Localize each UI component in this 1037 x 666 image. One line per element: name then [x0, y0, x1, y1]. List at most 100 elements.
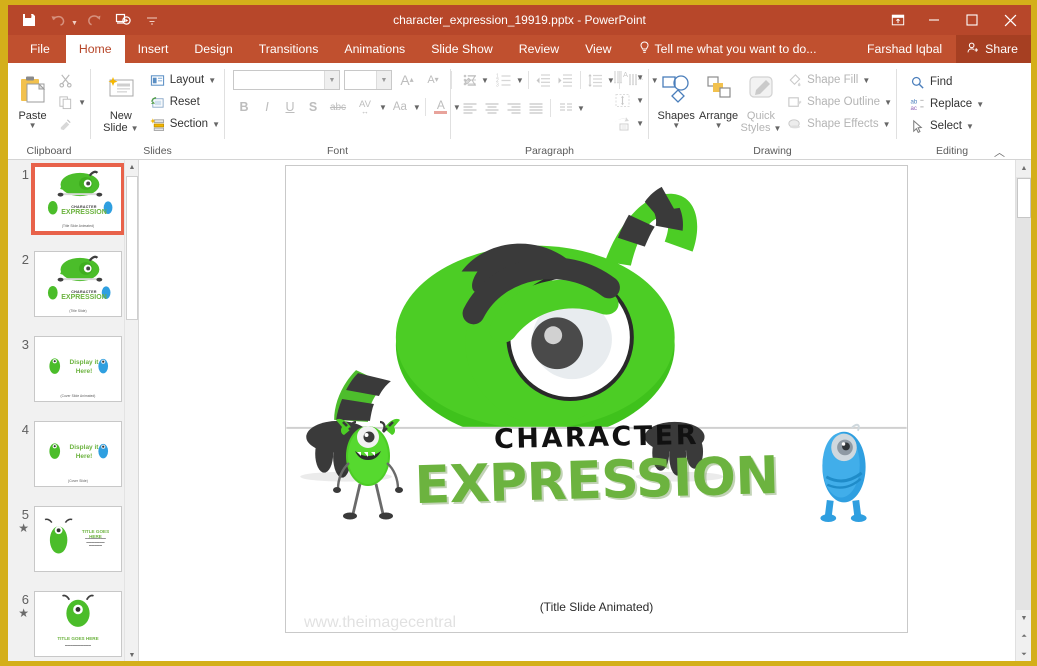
font-color-button[interactable]: A	[430, 96, 452, 118]
copy-dropdown-icon[interactable]: ▼	[78, 99, 86, 106]
paste-dropdown-icon[interactable]: ▼	[29, 122, 37, 129]
shape-outline-dropdown-icon[interactable]: ▼	[884, 99, 892, 106]
font-size-dropdown-icon[interactable]: ▼	[376, 71, 391, 89]
arrange-dropdown-icon[interactable]: ▼	[715, 122, 723, 129]
section-dropdown-icon[interactable]: ▼	[212, 121, 220, 128]
thumbnail-slide-4[interactable]: 4 Display it Here! (Cover Slide)	[8, 415, 139, 500]
tab-insert[interactable]: Insert	[125, 35, 182, 63]
tab-transitions[interactable]: Transitions	[246, 35, 332, 63]
ribbon-display-options-icon[interactable]	[881, 5, 915, 35]
align-left-button[interactable]	[459, 98, 480, 119]
convert-to-smartart-dropdown-icon[interactable]: ▼	[636, 120, 644, 127]
tell-me-search[interactable]: Tell me what you want to do...	[625, 35, 817, 63]
align-text-button[interactable]	[610, 90, 636, 111]
tab-animations[interactable]: Animations	[331, 35, 418, 63]
tab-home[interactable]: Home	[66, 35, 125, 63]
bold-button[interactable]: B	[233, 96, 255, 118]
thumbnail-image[interactable]: TITLE GOES HERE ▬▬▬▬▬▬▬▬▬▬	[34, 591, 122, 657]
layout-dropdown-icon[interactable]: ▼	[208, 77, 216, 84]
bullets-dropdown-icon[interactable]: ▼	[481, 77, 489, 84]
section-button[interactable]: Section ▼	[145, 113, 224, 135]
tab-review[interactable]: Review	[506, 35, 572, 63]
tab-file[interactable]: File	[14, 35, 66, 63]
font-size-input[interactable]: ▼	[344, 70, 392, 90]
user-name[interactable]: Farshad Iqbal	[853, 42, 956, 56]
scroll-track[interactable]	[1016, 177, 1031, 611]
thumbnail-slide-5[interactable]: 5 ★ TITLE GOES HERE ▬▬▬▬▬▬▬▬▬▬▬▬▬▬▬▬▬▬▬▬	[8, 500, 139, 585]
slide-thumbnail-pane[interactable]: 1 CHA	[8, 160, 139, 661]
numbering-dropdown-icon[interactable]: ▼	[516, 77, 524, 84]
text-shadow-button[interactable]: S	[302, 96, 324, 118]
replace-dropdown-icon[interactable]: ▼	[976, 101, 984, 108]
scroll-thumb[interactable]	[1017, 178, 1031, 218]
shapes-dropdown-icon[interactable]: ▼	[672, 122, 680, 129]
scroll-up-button[interactable]: ▲	[1016, 160, 1031, 177]
replace-button[interactable]: abac Replace ▼	[905, 93, 988, 115]
select-dropdown-icon[interactable]: ▼	[966, 123, 974, 130]
shape-effects-button[interactable]: Shape Effects ▼	[782, 113, 896, 135]
thumbnail-scroll-down-button[interactable]: ▼	[125, 648, 139, 661]
thumbnail-image[interactable]: TITLE GOES HERE ▬▬▬▬▬▬▬▬▬▬▬▬▬▬▬▬▬▬▬▬	[34, 506, 122, 572]
shapes-button[interactable]: Shapes ▼	[655, 67, 697, 129]
slide-editing-area[interactable]: CHARACTER EXPRESSION www.theimagecentral…	[139, 160, 1031, 661]
new-slide-button[interactable]: New Slide ▼	[97, 67, 145, 134]
next-slide-button[interactable]: ⏷	[1016, 646, 1031, 661]
change-case-button[interactable]: Aa	[388, 96, 412, 118]
thumbnail-image[interactable]: CHARACTER EXPRESSION (Title Slide Animat…	[34, 166, 122, 232]
thumbnail-image[interactable]: Display it Here! (Cover Slide)	[34, 421, 122, 487]
thumbnail-image[interactable]: Display it Here! (Cover Slide Animated)	[34, 336, 122, 402]
tab-design[interactable]: Design	[181, 35, 245, 63]
character-spacing-button[interactable]: AV ↔	[352, 96, 378, 118]
increase-font-size-button[interactable]: A▴	[396, 69, 418, 91]
cut-button[interactable]	[53, 69, 90, 91]
justify-button[interactable]	[525, 98, 546, 119]
italic-button[interactable]: I	[256, 96, 278, 118]
align-right-button[interactable]	[503, 98, 524, 119]
close-button[interactable]	[991, 5, 1029, 35]
columns-button[interactable]	[555, 98, 576, 119]
scroll-down-button[interactable]: ▼	[1016, 610, 1031, 627]
thumbnail-slide-2[interactable]: 2 CHA	[8, 245, 139, 330]
share-button[interactable]: Share	[956, 35, 1031, 63]
text-direction-vertical-dropdown-icon[interactable]: ▼	[636, 74, 644, 81]
quick-styles-dropdown-icon[interactable]: ▼	[774, 125, 782, 132]
reset-button[interactable]: Reset	[145, 91, 224, 113]
strikethrough-button[interactable]: abc	[325, 96, 351, 118]
select-button[interactable]: Select ▼	[905, 115, 988, 137]
underline-button[interactable]: U	[279, 96, 301, 118]
thumbnail-image[interactable]: CHARACTER EXPRESSION (Title Slide)	[34, 251, 122, 317]
change-case-dropdown-icon[interactable]: ▼	[413, 104, 421, 111]
collapse-ribbon-button[interactable]: ︿	[994, 144, 1005, 160]
format-painter-button[interactable]	[53, 113, 90, 135]
thumbnail-scroll-thumb[interactable]	[126, 176, 138, 320]
decrease-indent-button[interactable]	[533, 70, 554, 91]
minimize-button[interactable]	[915, 5, 953, 35]
thumbnail-scrollbar[interactable]: ▲ ▼	[124, 160, 138, 661]
numbering-button[interactable]: 123	[494, 70, 515, 91]
shape-effects-dropdown-icon[interactable]: ▼	[883, 121, 891, 128]
thumbnail-slide-1[interactable]: 1 CHA	[8, 160, 139, 245]
slide-vertical-scrollbar[interactable]: ▲ ▼ ⏶ ⏷	[1015, 160, 1031, 661]
font-name-input[interactable]: ▼	[233, 70, 340, 90]
character-spacing-dropdown-icon[interactable]: ▼	[379, 104, 387, 111]
layout-button[interactable]: Layout ▼	[145, 69, 224, 91]
thumbnail-slide-3[interactable]: 3 Display it Here! (Cover Slide Animated…	[8, 330, 139, 415]
maximize-button[interactable]	[953, 5, 991, 35]
quick-styles-button[interactable]: Quick Styles ▼	[740, 67, 782, 134]
shape-outline-button[interactable]: Shape Outline ▼	[782, 91, 896, 113]
bullets-button[interactable]	[459, 70, 480, 91]
tab-view[interactable]: View	[572, 35, 624, 63]
columns-dropdown-icon[interactable]: ▼	[577, 105, 585, 112]
tab-slide-show[interactable]: Slide Show	[418, 35, 506, 63]
decrease-font-size-button[interactable]: A▾	[422, 69, 444, 91]
thumbnail-slide-6[interactable]: 6 ★ TITLE GOES HERE ▬▬▬▬▬▬▬▬▬▬	[8, 585, 139, 661]
current-slide[interactable]: CHARACTER EXPRESSION www.theimagecentral…	[285, 165, 908, 633]
arrange-button[interactable]: Arrange ▼	[697, 67, 739, 129]
increase-indent-button[interactable]	[555, 70, 576, 91]
paste-button[interactable]: Paste ▼	[12, 67, 53, 129]
font-name-dropdown-icon[interactable]: ▼	[324, 71, 339, 89]
text-direction-vertical-button[interactable]: A	[610, 67, 636, 88]
thumbnail-scroll-up-button[interactable]: ▲	[125, 160, 139, 175]
align-text-dropdown-icon[interactable]: ▼	[636, 97, 644, 104]
find-button[interactable]: Find	[905, 71, 988, 93]
